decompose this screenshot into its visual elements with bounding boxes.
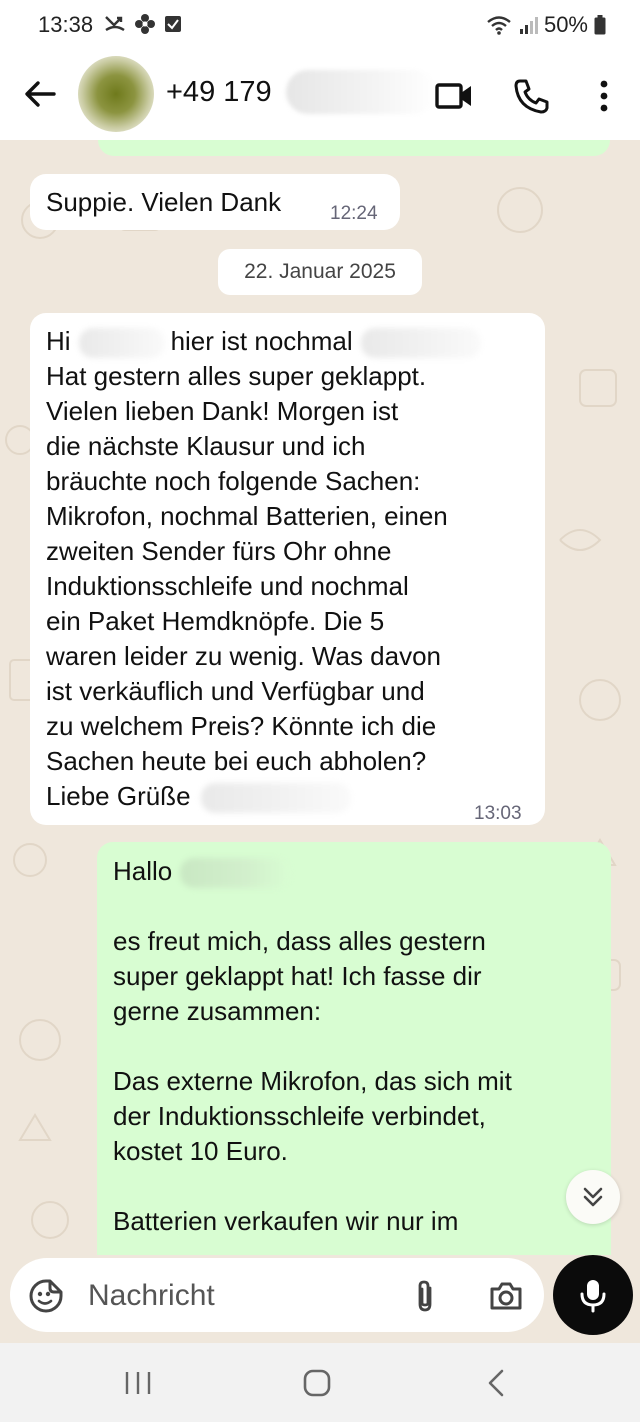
- message-input[interactable]: Nachricht: [10, 1258, 544, 1332]
- message-input-bar: Nachricht: [0, 1255, 640, 1343]
- home-icon[interactable]: [302, 1368, 332, 1398]
- message-line: die nächste Klausur und ich: [46, 431, 366, 461]
- back-nav-icon[interactable]: [484, 1368, 508, 1398]
- status-icons-left: [104, 13, 182, 35]
- message-bubble-incoming[interactable]: Suppie. Vielen Dank 12:24: [30, 174, 400, 230]
- message-time: 12:24: [330, 203, 378, 224]
- message-line: Sachen heute bei euch abholen?: [46, 746, 427, 776]
- message-body: Hallo es freut mich, dass alles gestern …: [113, 854, 512, 1239]
- message-input-placeholder: Nachricht: [88, 1279, 215, 1312]
- message-line: Hi hier ist nochmal: [46, 324, 481, 359]
- message-line: bräuchte noch folgende Sachen:: [46, 466, 421, 496]
- video-call-icon[interactable]: [434, 76, 474, 116]
- message-line: Vielen lieben Dank! Morgen ist: [46, 396, 399, 426]
- message-line: Batterien verkaufen wir nur im: [113, 1206, 459, 1236]
- camera-icon[interactable]: [488, 1278, 524, 1314]
- flower-icon: [135, 14, 155, 34]
- redacted-name: [78, 328, 165, 359]
- checkbox-icon: [165, 16, 181, 32]
- wifi-icon: [487, 16, 511, 35]
- battery-percentage: 50%: [543, 12, 588, 37]
- message-text: Suppie. Vielen Dank: [46, 187, 282, 217]
- chat-area[interactable]: Suppie. Vielen Dank 12:24 22. Januar 202…: [0, 140, 640, 1255]
- microphone-icon: [580, 1280, 606, 1313]
- status-bar: 13:38 50%: [0, 0, 640, 48]
- battery-icon: [594, 15, 606, 35]
- message-line: waren leider zu wenig. Was davon: [46, 641, 442, 671]
- date-separator: 22. Januar 2025: [218, 249, 422, 295]
- chat-header: +49 179: [0, 48, 640, 140]
- recent-apps-icon[interactable]: [122, 1369, 154, 1397]
- message-body: Hi hier ist nochmal Hat gestern alles sup…: [46, 324, 481, 814]
- status-time: 13:38: [38, 12, 94, 37]
- message-line: Das externe Mikrofon, das sich mit: [113, 1066, 512, 1096]
- message-line: zu welchem Preis? Könnte ich die: [46, 711, 437, 741]
- sticker-icon[interactable]: [28, 1278, 64, 1314]
- more-vertical-icon[interactable]: [584, 76, 624, 116]
- missed-call-icon: [105, 16, 125, 32]
- message-line: kostet 10 Euro.: [113, 1136, 288, 1166]
- message-line: Hallo: [113, 854, 512, 889]
- message-time: 13:03: [474, 803, 522, 824]
- message-line: [113, 1169, 512, 1204]
- message-line: [113, 1029, 512, 1064]
- message-bubble-outgoing[interactable]: Hallo es freut mich, dass alles gestern …: [97, 842, 611, 1255]
- redacted-name: [286, 70, 436, 114]
- message-line: es freut mich, dass alles gestern: [113, 926, 486, 956]
- message-line: Induktionsschleife und nochmal: [46, 571, 409, 601]
- message-line: ein Paket Hemdknöpfe. Die 5: [46, 606, 385, 636]
- message-line: Mikrofon, nochmal Batterien, einen: [46, 501, 448, 531]
- phone-icon[interactable]: [512, 76, 552, 116]
- system-navigation-bar: [0, 1343, 640, 1422]
- redacted-name: [180, 858, 291, 889]
- back-arrow-icon[interactable]: [22, 76, 58, 112]
- message-line: ist verkäuflich und Verfügbar und: [46, 676, 425, 706]
- message-line: gerne zusammen:: [113, 996, 322, 1026]
- scroll-to-bottom-button[interactable]: [566, 1170, 620, 1224]
- double-chevron-down-icon: [583, 1187, 603, 1207]
- message-line: der Induktionsschleife verbindet,: [113, 1101, 486, 1131]
- message-line: Liebe Grüße: [46, 779, 481, 814]
- message-bubble-incoming[interactable]: Hi hier ist nochmal Hat gestern alles sup…: [30, 313, 545, 825]
- message-line: super geklappt hat! Ich fasse dir: [113, 961, 482, 991]
- message-bubble-outgoing-partial[interactable]: [98, 140, 610, 156]
- avatar[interactable]: [78, 56, 154, 132]
- contact-name[interactable]: +49 179: [166, 76, 272, 109]
- message-line: Hat gestern alles super geklappt.: [46, 361, 427, 391]
- voice-message-button[interactable]: [553, 1255, 633, 1335]
- status-icons-right: 50%: [486, 12, 606, 38]
- redacted-name: [360, 328, 481, 359]
- redacted-name: [200, 783, 351, 814]
- message-line: zweiten Sender fürs Ohr ohne: [46, 536, 392, 566]
- signal-icon: [519, 17, 538, 34]
- attachment-icon[interactable]: [410, 1278, 440, 1314]
- message-line: [113, 889, 512, 924]
